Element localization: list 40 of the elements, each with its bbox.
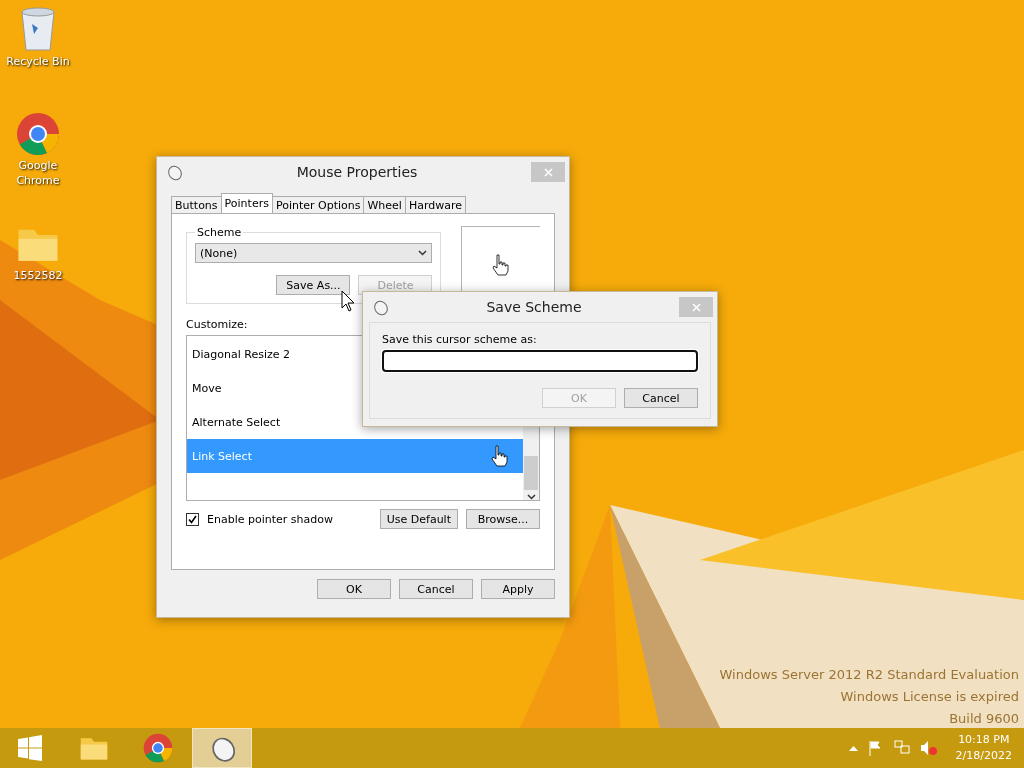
- dialog-button[interactable]: Cancel: [624, 388, 698, 408]
- tab[interactable]: Hardware: [404, 196, 467, 213]
- recycle-bin-icon: [18, 6, 58, 52]
- scheme-name-field[interactable]: [382, 350, 698, 372]
- close-button[interactable]: [679, 297, 713, 317]
- pointer-button[interactable]: Use Default: [379, 509, 458, 529]
- checkbox-label: Enable pointer shadow: [207, 512, 334, 526]
- network-icon[interactable]: [893, 740, 910, 756]
- pointer-button[interactable]: Browse...: [466, 509, 540, 529]
- scheme-dropdown[interactable]: (None): [195, 243, 433, 263]
- tab[interactable]: Buttons: [171, 196, 222, 213]
- scheme-button[interactable]: Save As...: [276, 275, 351, 295]
- chevron-up-icon[interactable]: [848, 745, 858, 751]
- arrow-pointer-icon: [341, 290, 355, 312]
- close-icon: [543, 167, 553, 177]
- system-notice: Build 9600: [949, 710, 1019, 728]
- dialog-button[interactable]: OK: [317, 579, 391, 599]
- customize-label: Customize:: [186, 318, 249, 331]
- tab[interactable]: Pointers: [220, 193, 273, 213]
- group-label: Scheme: [196, 226, 243, 239]
- caret-icon: [418, 250, 428, 256]
- system-notice: Windows Server 2012 R2 Standard Evaluation: [719, 666, 1019, 684]
- dialog-button[interactable]: Apply: [481, 579, 555, 599]
- prompt-label: Save this cursor scheme as:: [382, 333, 538, 346]
- dialog-button[interactable]: Cancel: [399, 579, 473, 599]
- tab[interactable]: Pointer Options: [271, 196, 365, 213]
- close-button[interactable]: [531, 162, 565, 182]
- chrome-icon: [143, 733, 173, 763]
- checkbox[interactable]: [186, 512, 199, 526]
- system-notice: Windows License is expired: [840, 688, 1019, 706]
- hand-pointer-icon: [492, 254, 511, 276]
- muted-speaker-icon[interactable]: [919, 740, 938, 756]
- close-icon: [691, 302, 701, 312]
- hand-pointer-icon: [491, 445, 509, 467]
- windows-logo-icon: [17, 735, 43, 761]
- taskbar-app[interactable]: [192, 728, 252, 768]
- window-title: Save Scheme: [485, 299, 583, 315]
- chrome-icon: [16, 112, 60, 156]
- caret-icon: [526, 494, 536, 500]
- window-title: Mouse Properties: [295, 164, 419, 180]
